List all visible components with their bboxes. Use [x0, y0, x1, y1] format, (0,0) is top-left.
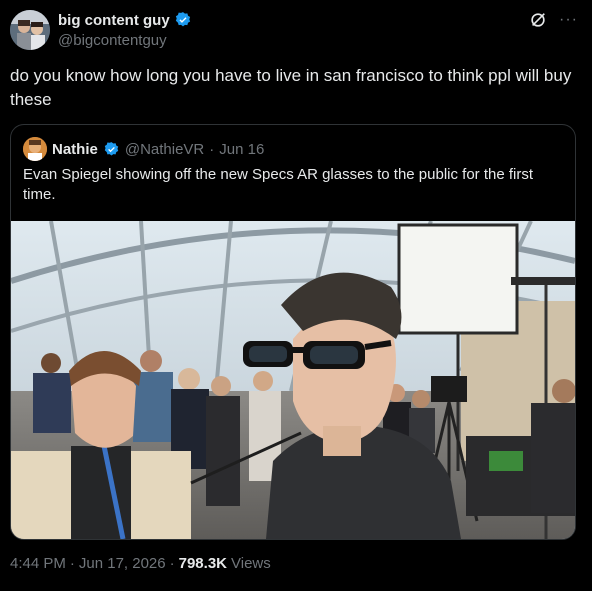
quoted-verified-badge-icon [104, 141, 119, 156]
author-name-row[interactable]: big content guy [58, 11, 192, 29]
top-actions: ··· [529, 11, 578, 29]
tweet-text: do you know how long you have to live in… [10, 66, 572, 109]
views-count[interactable]: 798.3K [179, 555, 227, 572]
event-photo [11, 221, 575, 539]
quoted-separator: · [209, 140, 215, 158]
avatar-image [10, 10, 50, 50]
quoted-avatar-image [23, 137, 47, 161]
quoted-handle[interactable]: @NathieVR [125, 141, 204, 158]
verified-badge-icon [175, 12, 190, 27]
grok-icon[interactable] [529, 11, 547, 29]
footer-separator: · [69, 555, 75, 572]
quoted-text: Evan Spiegel showing off the new Specs A… [23, 166, 534, 203]
footer-separator-2: · [169, 555, 175, 572]
tweet-time[interactable]: 4:44 PM [10, 555, 66, 572]
tweet-footer: 4:44 PM · Jun 17, 2026 · 798.3K Views [10, 555, 271, 572]
quoted-avatar[interactable] [23, 137, 47, 161]
author-display-name[interactable]: big content guy [58, 12, 170, 29]
author-handle[interactable]: @bigcontentguy [58, 32, 167, 49]
quoted-media-photo[interactable] [11, 221, 575, 539]
views-label: Views [231, 555, 271, 572]
tweet-date[interactable]: Jun 17, 2026 [79, 555, 166, 572]
quoted-tweet[interactable]: Nathie @NathieVR · Jun 16 Evan Spiegel s… [10, 124, 576, 540]
more-options-icon[interactable]: ··· [559, 11, 578, 29]
quoted-display-name[interactable]: Nathie [52, 141, 98, 158]
quoted-header: Nathie @NathieVR · Jun 16 [23, 137, 264, 161]
quoted-date[interactable]: Jun 16 [219, 141, 264, 158]
author-avatar[interactable] [10, 10, 50, 50]
